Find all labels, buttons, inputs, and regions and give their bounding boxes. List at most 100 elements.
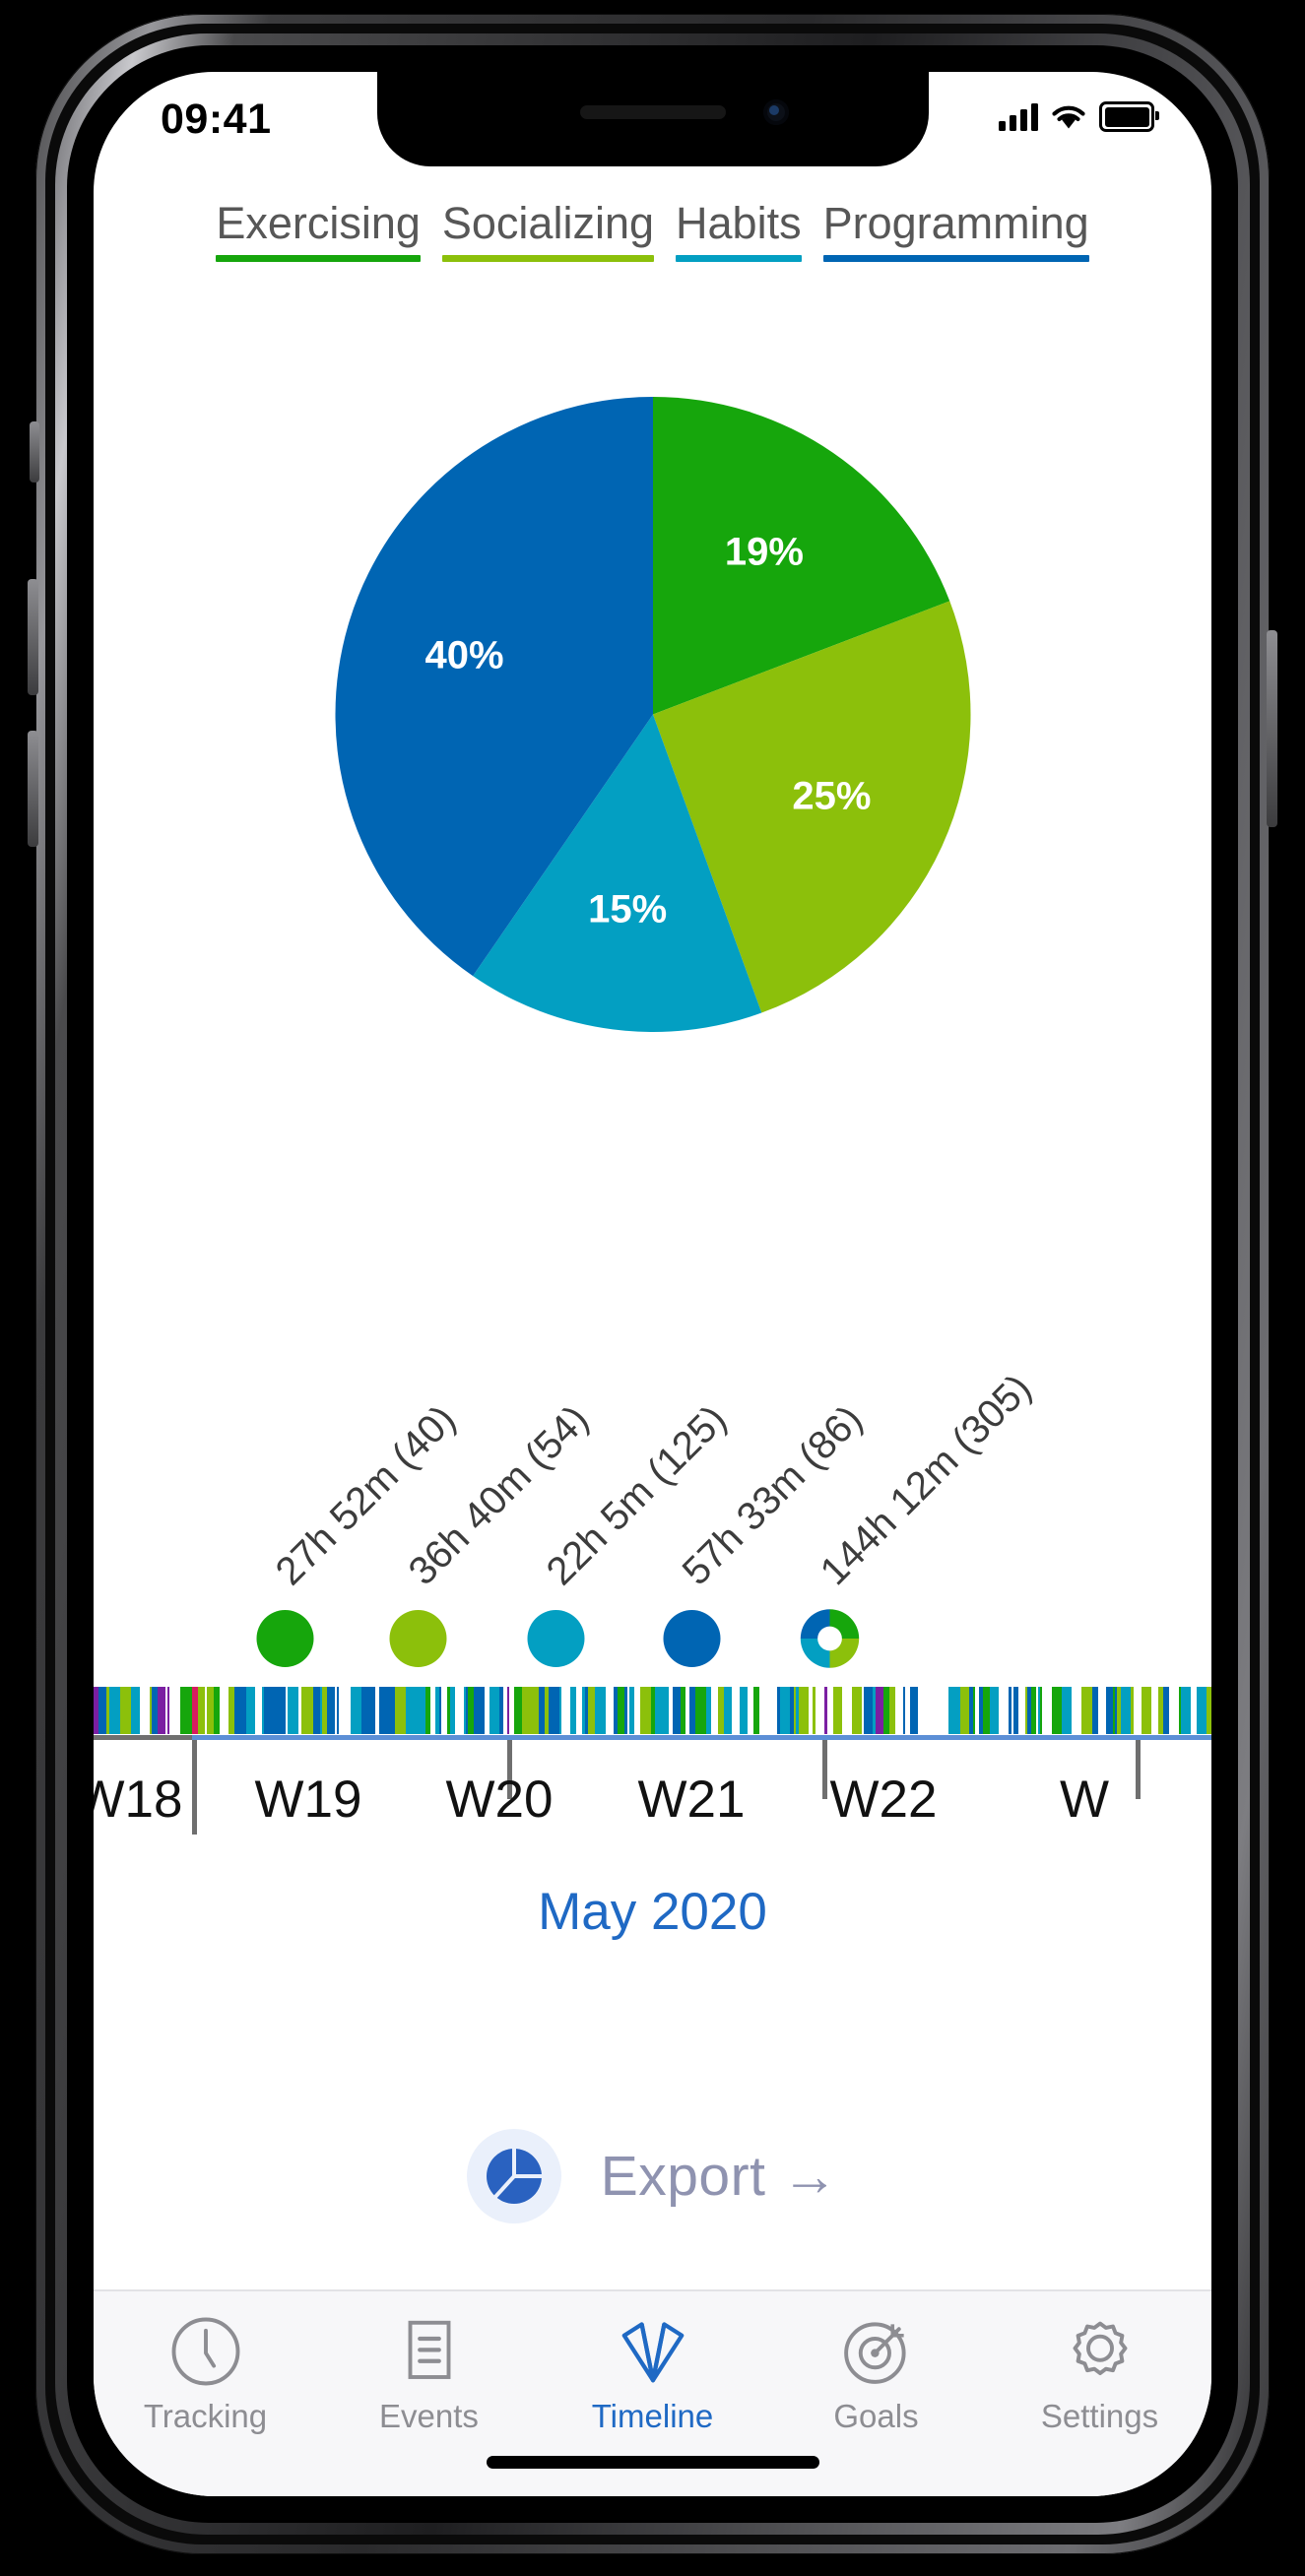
timeline-segment xyxy=(833,1687,842,1734)
timeline-segment xyxy=(288,1687,298,1734)
wifi-icon xyxy=(1052,105,1085,128)
timeline-segment xyxy=(1072,1687,1081,1734)
timeline-segment xyxy=(895,1687,903,1734)
timeline-segment xyxy=(936,1687,943,1734)
target-icon xyxy=(843,2322,906,2384)
pie-chart-icon xyxy=(466,2129,561,2223)
timeline-segment xyxy=(852,1687,862,1734)
timeline-segment xyxy=(140,1687,150,1734)
timeline-segment xyxy=(990,1687,999,1734)
timeline-segment xyxy=(1052,1687,1062,1734)
legend-dot xyxy=(256,1610,314,1667)
timeline-segment xyxy=(474,1687,485,1734)
timeline-tick xyxy=(1136,1740,1141,1799)
timeline-segment xyxy=(740,1687,748,1734)
tab-label: Goals xyxy=(833,2398,919,2434)
timeline-segment xyxy=(927,1687,936,1734)
pie-chart[interactable]: 19% 25% 15% 40% xyxy=(94,397,1211,1086)
status-bar-indicators xyxy=(999,101,1159,132)
timeline-segment xyxy=(770,1687,777,1734)
timeline-segment xyxy=(98,1687,106,1734)
timeline-segment xyxy=(207,1687,214,1734)
tab-label: Timeline xyxy=(591,2398,714,2434)
home-indicator[interactable] xyxy=(486,2456,819,2469)
timeline-segment xyxy=(339,1687,346,1734)
chart-legend: 27h 52m (40) 36h 40m (54) 22h 5m (125) 57h … xyxy=(94,1342,1211,1668)
category-tabs: Exercising Socializing Habits Programmin… xyxy=(94,198,1211,262)
timeline-segment xyxy=(724,1687,732,1734)
timeline-segment xyxy=(983,1687,990,1734)
clock-icon xyxy=(171,2317,239,2386)
timeline-segment xyxy=(1134,1687,1142,1734)
timeline-tick xyxy=(192,1740,197,1835)
timeline-segment xyxy=(660,1687,669,1734)
category-tab-exercising[interactable]: Exercising xyxy=(214,198,423,262)
timeline-segment xyxy=(1098,1687,1106,1734)
category-tab-label: Exercising xyxy=(216,198,421,248)
tab-label: Tracking xyxy=(143,2398,268,2434)
timeline-segment xyxy=(264,1687,273,1734)
pie-chart-canvas: 19% 25% 15% 40% xyxy=(335,397,970,1032)
legend-donut-icon xyxy=(800,1609,860,1668)
status-bar: 09:41 xyxy=(94,72,1211,174)
timeline-segment xyxy=(514,1687,522,1734)
pie-label-socializing: 25% xyxy=(792,774,872,818)
export-button[interactable]: Export → xyxy=(94,2112,1211,2240)
timeline-segment xyxy=(246,1687,255,1734)
timeline-segment xyxy=(532,1687,539,1734)
timeline-segment xyxy=(618,1687,624,1734)
timeline-segment xyxy=(864,1687,873,1734)
timeline-segment xyxy=(1121,1687,1131,1734)
tab-settings[interactable]: Settings xyxy=(997,2313,1204,2435)
category-tab-socializing[interactable]: Socializing xyxy=(440,198,656,262)
tab-goals[interactable]: Goals xyxy=(773,2313,980,2435)
timeline-scrubber[interactable]: W18 W19 W20 W21 W22 W May 2020 xyxy=(94,1687,1211,2100)
timeline-segment xyxy=(999,1687,1009,1734)
category-tab-label: Socializing xyxy=(441,198,655,248)
timeline-segment xyxy=(1169,1687,1177,1734)
timeline-segment xyxy=(960,1687,969,1734)
timeline-segment xyxy=(1151,1687,1158,1734)
timeline-segment xyxy=(109,1687,120,1734)
screenshot-root: 09:41 Exercising Socializing Habits Prog… xyxy=(0,0,1305,2576)
timeline-segment xyxy=(1081,1687,1092,1734)
timeline-segment xyxy=(799,1687,809,1734)
timeline-segment xyxy=(305,1687,313,1734)
timeline-segment xyxy=(1018,1687,1025,1734)
timeline-segment xyxy=(255,1687,262,1734)
category-tab-label: Habits xyxy=(676,198,802,248)
timeline-segment xyxy=(131,1687,140,1734)
timeline-segment xyxy=(549,1687,559,1734)
silent-switch[interactable] xyxy=(30,421,39,483)
timeline-segment xyxy=(351,1687,361,1734)
tab-label: Settings xyxy=(1040,2398,1159,2434)
category-tab-underline xyxy=(676,254,802,262)
timeline-week-w20: W20 xyxy=(445,1771,554,1829)
timeline-segment xyxy=(1042,1687,1052,1734)
tab-events[interactable]: Events xyxy=(326,2313,533,2435)
pie-label-habits: 15% xyxy=(588,887,668,932)
timeline-segment xyxy=(1142,1687,1151,1734)
timeline-segment xyxy=(489,1687,499,1734)
export-label: Export → xyxy=(600,2145,839,2208)
tab-timeline[interactable]: Timeline xyxy=(550,2313,756,2435)
category-tab-programming[interactable]: Programming xyxy=(821,198,1091,262)
timeline-segment xyxy=(876,1687,883,1734)
timeline-segment xyxy=(169,1687,180,1734)
timeline-color-strip[interactable] xyxy=(94,1687,1211,1734)
timeline-segment xyxy=(695,1687,706,1734)
timeline-segment xyxy=(1106,1687,1113,1734)
category-tab-habits[interactable]: Habits xyxy=(674,198,804,262)
timeline-segment xyxy=(363,1687,373,1734)
volume-down-button[interactable] xyxy=(28,731,38,847)
timeline-segment xyxy=(395,1687,406,1734)
timeline-segment xyxy=(595,1687,606,1734)
timeline-axis-inactive xyxy=(94,1735,192,1740)
pie-slices xyxy=(335,397,970,1032)
timeline-segment xyxy=(948,1687,956,1734)
legend-label: 144h 12m (305) xyxy=(812,1366,1040,1594)
volume-up-button[interactable] xyxy=(28,579,38,695)
tab-tracking[interactable]: Tracking xyxy=(102,2313,309,2435)
power-button[interactable] xyxy=(1267,630,1277,827)
timeline-segment xyxy=(780,1687,790,1734)
